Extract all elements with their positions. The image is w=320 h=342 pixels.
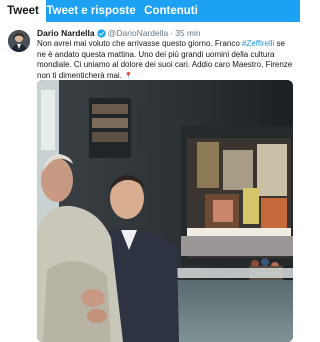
author-name[interactable]: Dario Nardella <box>37 28 95 38</box>
tab-tweet-e-risposte[interactable]: Tweet e risposte <box>46 0 136 22</box>
profile-tabs: Tweet Tweet e risposte Contenuti <box>0 0 300 22</box>
hashtag-link[interactable]: #Zeffirelli <box>242 39 274 48</box>
avatar[interactable] <box>8 30 30 52</box>
tweet-card[interactable]: Dario Nardella @DarioNardella · 35 min N… <box>0 22 300 342</box>
tweet-photo[interactable] <box>37 80 293 342</box>
author-handle[interactable]: @DarioNardella <box>108 28 169 38</box>
tweet-header: Dario Nardella @DarioNardella · 35 min <box>37 27 297 39</box>
pin-emoji: 📍 <box>124 72 133 80</box>
verified-badge-icon <box>97 28 106 38</box>
tab-tweet[interactable]: Tweet <box>0 0 46 22</box>
header-separator: · <box>170 28 174 38</box>
tab-contenuti[interactable]: Contenuti <box>136 0 206 22</box>
tweet-text-before: Non avrei mai voluto che arrivasse quest… <box>37 39 242 48</box>
tweet-timestamp[interactable]: 35 min <box>175 28 201 38</box>
tweet-text: Non avrei mai voluto che arrivasse quest… <box>37 39 295 82</box>
